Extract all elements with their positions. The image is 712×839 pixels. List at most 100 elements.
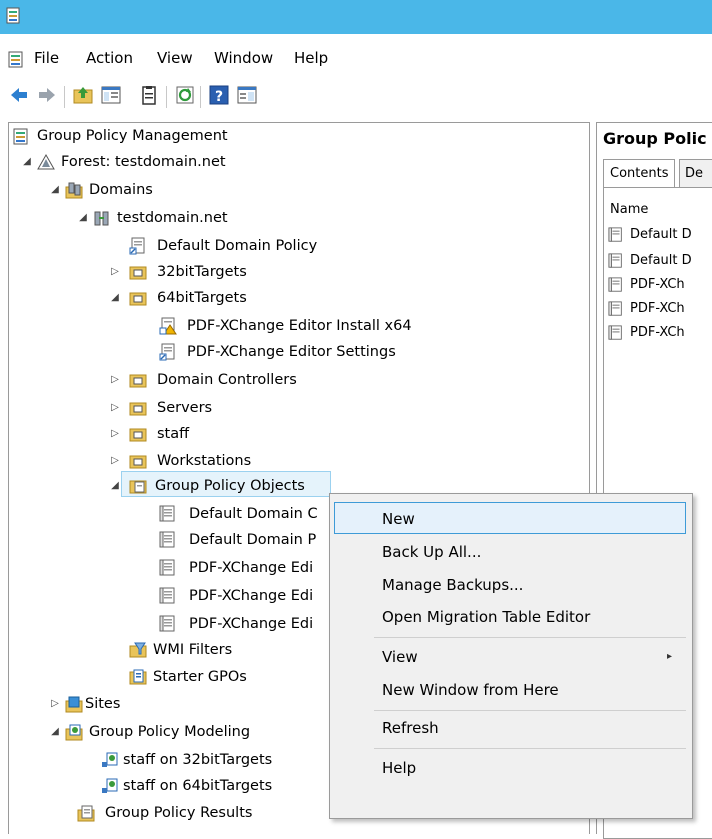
results-icon <box>77 805 95 822</box>
forest-icon <box>37 153 55 170</box>
tree-label: Default Domain Policy <box>157 238 318 254</box>
menu-action[interactable]: Action <box>86 49 133 67</box>
column-header-name[interactable]: Name <box>610 202 648 217</box>
menu-separator <box>374 748 686 749</box>
tab-delegation[interactable]: De <box>679 159 712 188</box>
details-title: Group Polic <box>603 129 707 148</box>
collapse-arrow-icon[interactable]: ◢ <box>49 719 61 745</box>
expand-arrow-icon[interactable]: ▷ <box>109 448 121 474</box>
expand-arrow-icon[interactable]: ▷ <box>109 367 121 393</box>
domains-icon <box>65 182 83 199</box>
starter-gpos-icon <box>129 669 147 685</box>
ou-folder-icon <box>129 374 147 388</box>
menu-item-label: View <box>382 648 418 666</box>
collapse-arrow-icon[interactable]: ◢ <box>49 177 61 203</box>
expand-arrow-icon[interactable]: ▷ <box>49 691 61 717</box>
menu-file[interactable]: File <box>34 49 59 67</box>
tree-label: 32bitTargets <box>157 264 247 280</box>
tree-label: Default Domain P <box>189 532 317 548</box>
tree-label: Workstations <box>157 453 252 469</box>
refresh-icon[interactable] <box>174 84 196 106</box>
wmi-filter-icon <box>129 642 147 658</box>
tree-label: Group Policy Results <box>105 805 253 821</box>
tree-label: Forest: testdomain.net <box>61 154 226 170</box>
menu-separator <box>374 710 686 711</box>
menu-item-label: Open Migration Table Editor <box>382 608 591 626</box>
collapse-arrow-icon[interactable]: ◢ <box>109 473 121 499</box>
collapse-arrow-icon[interactable]: ◢ <box>109 285 121 311</box>
tree-label: Starter GPOs <box>153 669 247 685</box>
context-menu: New Back Up All... Manage Backups... Ope… <box>329 493 693 819</box>
tree-label: staff on 32bitTargets <box>123 752 273 768</box>
gpo-container-icon <box>129 480 147 494</box>
menu-help[interactable]: Help <box>294 49 328 67</box>
modeling-result-icon <box>102 778 118 793</box>
back-icon[interactable] <box>8 84 30 106</box>
menu-item-view[interactable]: View ▸ <box>334 641 686 673</box>
menu-separator <box>374 637 686 638</box>
gpo-icon <box>159 615 175 632</box>
gpo-link-icon <box>129 237 145 255</box>
forward-icon[interactable] <box>36 84 58 106</box>
menu-item-label: Refresh <box>382 719 439 737</box>
menu-item-new[interactable]: New <box>334 502 686 534</box>
expand-arrow-icon[interactable]: ▷ <box>109 259 121 285</box>
tree-label: Default Domain C <box>189 506 318 522</box>
list-item-label: Default D <box>630 253 692 268</box>
expand-arrow-icon[interactable]: ▷ <box>109 421 121 447</box>
menu-item-open-migration-table-editor[interactable]: Open Migration Table Editor <box>334 601 686 633</box>
tree-label: PDF-XChange Edi <box>189 616 314 632</box>
tree-label: Sites <box>85 696 121 712</box>
gpo-link-icon <box>159 343 175 361</box>
tree-label: WMI Filters <box>153 642 233 658</box>
show-hide-tree-icon[interactable] <box>100 84 122 106</box>
menu-item-help[interactable]: Help <box>334 752 686 784</box>
window-title-bar <box>0 0 712 34</box>
app-icon <box>6 7 20 24</box>
help-icon[interactable]: ? <box>208 84 230 106</box>
toolbar-separator <box>200 86 201 108</box>
menu-item-label: Back Up All... <box>382 543 482 561</box>
menu-item-refresh[interactable]: Refresh <box>334 712 686 744</box>
gpm-console-icon <box>13 128 28 145</box>
tree-label: Domain Controllers <box>157 372 297 388</box>
menu-item-label: New <box>382 510 415 528</box>
console-icon <box>8 51 23 68</box>
gpo-icon <box>608 301 622 316</box>
menu-item-new-window-from-here[interactable]: New Window from Here <box>334 674 686 706</box>
gpo-icon <box>159 531 175 548</box>
ou-folder-icon <box>129 402 147 416</box>
expand-arrow-icon[interactable]: ▷ <box>109 395 121 421</box>
gpo-icon <box>608 325 622 340</box>
gpo-icon <box>608 277 622 292</box>
menu-item-manage-backups[interactable]: Manage Backups... <box>334 569 686 601</box>
tree-label: Group Policy Management <box>37 128 228 144</box>
tree-label: 64bitTargets <box>157 290 247 306</box>
properties-icon[interactable] <box>138 84 160 106</box>
tab-contents[interactable]: Contents <box>603 159 676 188</box>
tree-label: staff on 64bitTargets <box>123 778 273 794</box>
collapse-arrow-icon[interactable]: ◢ <box>77 205 89 231</box>
ou-folder-icon <box>129 428 147 442</box>
console-tree-icon[interactable] <box>236 84 258 106</box>
ou-folder-icon <box>129 455 147 469</box>
collapse-arrow-icon[interactable]: ◢ <box>21 149 33 175</box>
gpo-icon <box>608 227 622 242</box>
tree-label: PDF-XChange Editor Settings <box>187 344 396 360</box>
modeling-icon <box>65 724 83 741</box>
tree-label: PDF-XChange Edi <box>189 588 314 604</box>
tree-label: staff <box>157 426 190 442</box>
menu-window[interactable]: Window <box>214 49 273 67</box>
details-tabs: Contents De <box>603 159 712 188</box>
toolbar: ? <box>0 78 712 114</box>
list-item-label: PDF-XCh <box>630 301 685 316</box>
toolbar-separator <box>64 86 65 108</box>
menu-item-back-up-all[interactable]: Back Up All... <box>334 536 686 568</box>
domain-icon <box>94 211 109 226</box>
list-item-label: Default D <box>630 227 692 242</box>
svg-text:?: ? <box>215 89 223 105</box>
menu-view[interactable]: View <box>157 49 193 67</box>
toolbar-separator <box>166 86 167 108</box>
up-folder-icon[interactable] <box>72 84 94 106</box>
menu-item-label: Help <box>382 759 417 777</box>
